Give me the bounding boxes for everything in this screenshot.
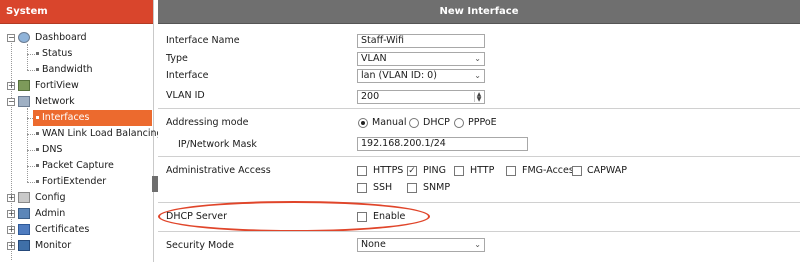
admin-icon	[18, 208, 30, 219]
capwap-option-label: CAPWAP	[587, 165, 627, 176]
chevron-down-icon: ⌄	[474, 71, 481, 80]
fmg-access-option-label: FMG-Access	[522, 165, 579, 176]
sidebar-item-label: Status	[42, 48, 73, 59]
http-checkbox[interactable]	[454, 166, 464, 176]
sidebar-item-label: DNS	[42, 144, 63, 155]
bullet-icon	[36, 52, 39, 55]
sidebar-item-dns[interactable]: DNS	[0, 142, 152, 158]
vlan-id-label: VLAN ID	[166, 90, 205, 101]
type-select[interactable]: VLAN ⌄	[357, 52, 485, 66]
bullet-icon	[36, 116, 39, 119]
sidebar-item-monitor[interactable]: + Monitor	[0, 238, 152, 254]
collapse-icon[interactable]: −	[7, 98, 15, 106]
security-mode-select[interactable]: None ⌄	[357, 238, 485, 252]
sidebar: System − Dashboard Status Bandwidth + Fo…	[0, 0, 163, 262]
page-title: New Interface	[158, 0, 800, 24]
vlan-id-stepper[interactable]: 200 ▲ ▼	[357, 90, 485, 104]
sidebar-item-label: Interfaces	[42, 112, 90, 123]
expand-icon[interactable]: +	[7, 194, 15, 202]
snmp-option-label: SNMP	[423, 182, 451, 193]
interface-label: Interface	[166, 70, 209, 81]
main-panel: New Interface Interface Name Staff-Wifi …	[158, 0, 800, 262]
sidebar-item-label: FortiView	[35, 80, 79, 91]
sidebar-item-label: Network	[35, 96, 75, 107]
bullet-icon	[36, 148, 39, 151]
spinner-arrows-icon[interactable]: ▲ ▼	[474, 92, 483, 103]
sidebar-item-status[interactable]: Status	[0, 46, 152, 62]
chevron-down-icon: ⌄	[474, 240, 481, 249]
sidebar-item-packet-capture[interactable]: Packet Capture	[0, 158, 152, 174]
interface-name-input[interactable]: Staff-Wifi	[357, 34, 485, 48]
ip-mask-input[interactable]: 192.168.200.1/24	[357, 137, 528, 151]
pppoe-option-label: PPPoE	[468, 117, 497, 128]
vlan-id-value: 200	[361, 91, 380, 102]
sidebar-item-bandwidth[interactable]: Bandwidth	[0, 62, 152, 78]
security-mode-label: Security Mode	[166, 240, 234, 251]
sidebar-item-label: Packet Capture	[42, 160, 114, 171]
http-option-label: HTTP	[470, 165, 495, 176]
type-select-value: VLAN	[361, 53, 387, 64]
certificates-icon	[18, 224, 30, 235]
ping-checkbox[interactable]: ✓	[407, 166, 417, 176]
bullet-icon	[36, 68, 39, 71]
capwap-checkbox[interactable]	[572, 166, 582, 176]
expand-icon[interactable]: +	[7, 226, 15, 234]
interface-name-label: Interface Name	[166, 35, 240, 46]
sidebar-item-label: Config	[35, 192, 66, 203]
sidebar-item-label: Dashboard	[35, 32, 87, 43]
https-checkbox[interactable]	[357, 166, 367, 176]
sidebar-item-label: Admin	[35, 208, 66, 219]
chevron-down-icon: ⌄	[474, 54, 481, 63]
bullet-icon	[36, 132, 39, 135]
manual-option-label: Manual	[372, 117, 407, 128]
sidebar-item-label: Bandwidth	[42, 64, 93, 75]
security-mode-value: None	[361, 239, 386, 250]
sidebar-item-certificates[interactable]: + Certificates	[0, 222, 152, 238]
expand-icon[interactable]: +	[7, 210, 15, 218]
interface-select-value: lan (VLAN ID: 0)	[361, 70, 437, 81]
dhcp-radio[interactable]	[409, 118, 419, 128]
addressing-mode-label: Addressing mode	[166, 117, 249, 128]
divider	[158, 156, 800, 157]
sidebar-item-label: WAN Link Load Balancing	[42, 128, 163, 139]
sidebar-item-interfaces[interactable]: Interfaces	[33, 110, 152, 126]
interface-select[interactable]: lan (VLAN ID: 0) ⌄	[357, 69, 485, 83]
divider	[158, 108, 800, 109]
ssh-checkbox[interactable]	[357, 183, 367, 193]
sidebar-item-label: FortiExtender	[42, 176, 107, 187]
dashboard-icon	[18, 32, 30, 43]
sidebar-item-dashboard[interactable]: − Dashboard	[0, 30, 152, 46]
ssh-option-label: SSH	[373, 182, 393, 193]
https-option-label: HTTPS	[373, 165, 404, 176]
bullet-icon	[36, 164, 39, 167]
expand-icon[interactable]: +	[7, 82, 15, 90]
ping-option-label: PING	[423, 165, 446, 176]
expand-icon[interactable]: +	[7, 242, 15, 250]
dhcp-option-label: DHCP	[423, 117, 450, 128]
divider	[158, 231, 800, 232]
sidebar-item-network[interactable]: − Network	[0, 94, 152, 110]
sidebar-item-label: Monitor	[35, 240, 72, 251]
sidebar-item-label: Certificates	[35, 224, 90, 235]
network-icon	[18, 96, 30, 107]
sidebar-item-config[interactable]: + Config	[0, 190, 152, 206]
collapse-icon[interactable]: −	[7, 34, 15, 42]
ip-mask-label: IP/Network Mask	[178, 139, 257, 150]
config-icon	[18, 192, 30, 203]
highlight-annotation	[158, 201, 430, 232]
sidebar-title: System	[0, 0, 153, 24]
monitor-icon	[18, 240, 30, 251]
bullet-icon	[36, 180, 39, 183]
sidebar-item-admin[interactable]: + Admin	[0, 206, 152, 222]
admin-access-label: Administrative Access	[166, 165, 271, 176]
fmg-access-checkbox[interactable]	[506, 166, 516, 176]
type-label: Type	[166, 53, 188, 64]
snmp-checkbox[interactable]	[407, 183, 417, 193]
manual-radio[interactable]	[358, 118, 368, 128]
fortiview-icon	[18, 80, 30, 91]
pppoe-radio[interactable]	[454, 118, 464, 128]
sidebar-item-fortiextender[interactable]: FortiExtender	[0, 174, 152, 190]
sidebar-item-wan-link-load-balancing[interactable]: WAN Link Load Balancing	[0, 126, 163, 142]
sidebar-item-fortiview[interactable]: + FortiView	[0, 78, 152, 94]
